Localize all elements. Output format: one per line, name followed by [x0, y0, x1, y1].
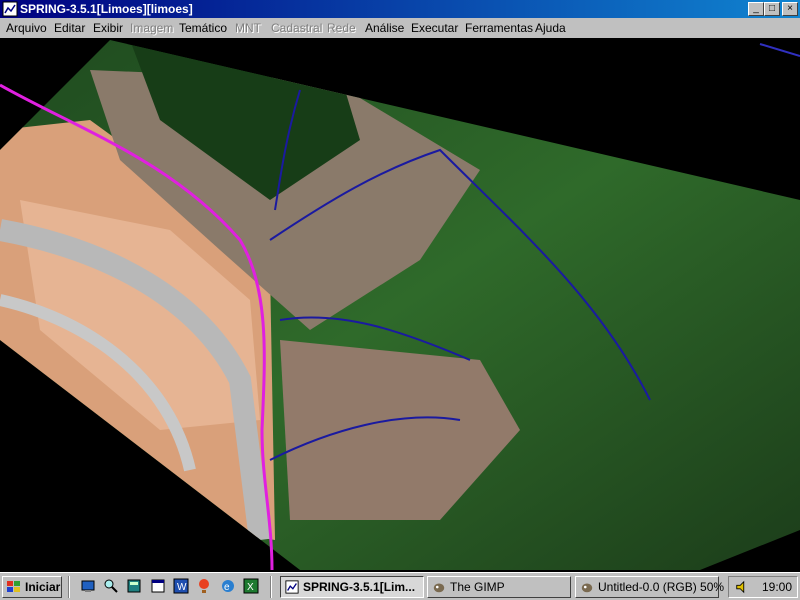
menu-cadastral[interactable]: Cadastral — [271, 21, 322, 35]
windows-logo-icon — [7, 581, 20, 592]
menu-rede[interactable]: Rede — [327, 21, 356, 35]
menu-executar[interactable]: Executar — [411, 21, 458, 35]
task-label: Untitled-0.0 (RGB) 50% — [598, 580, 725, 594]
task-gimp[interactable]: The GIMP — [427, 576, 571, 598]
close-button[interactable]: × — [782, 2, 798, 16]
clock[interactable]: 19:00 — [762, 580, 792, 594]
title-bar[interactable]: SPRING-3.5.1[Limoes][limoes] _ □ × — [0, 0, 800, 18]
calendar-icon[interactable] — [150, 578, 166, 594]
volume-icon[interactable] — [735, 580, 749, 594]
task-untitled-image[interactable]: Untitled-0.0 (RGB) 50% — [575, 576, 724, 598]
menu-editar[interactable]: Editar — [54, 21, 85, 35]
svg-text:W: W — [177, 582, 187, 593]
taskbar: Iniciar W e X SPRING-3.5.1[Lim... The GI… — [0, 572, 800, 600]
map-canvas[interactable] — [0, 38, 800, 570]
svg-text:e: e — [224, 582, 230, 593]
menu-tematico[interactable]: Temático — [179, 21, 227, 35]
word-icon[interactable]: W — [173, 578, 189, 594]
menu-mnt[interactable]: MNT — [235, 21, 261, 35]
task-label: The GIMP — [450, 580, 505, 594]
menu-analise[interactable]: Análise — [365, 21, 404, 35]
spring-task-icon — [285, 580, 299, 594]
excel-icon[interactable]: X — [243, 578, 259, 594]
satellite-image-view[interactable] — [0, 38, 800, 570]
spring-app-icon[interactable] — [2, 1, 18, 17]
start-button[interactable]: Iniciar — [2, 576, 62, 598]
minimize-icon: _ — [753, 3, 759, 14]
desktop-icon[interactable] — [80, 578, 96, 594]
close-icon: × — [787, 3, 793, 14]
menu-ajuda[interactable]: Ajuda — [535, 21, 566, 35]
ie-icon[interactable]: e — [220, 578, 236, 594]
minimize-button[interactable]: _ — [748, 2, 764, 16]
menu-bar: Arquivo Editar Exibir Imagem Temático MN… — [0, 18, 800, 38]
calculator-icon[interactable] — [126, 578, 142, 594]
restore-icon: □ — [768, 3, 776, 14]
task-label: SPRING-3.5.1[Lim... — [303, 580, 416, 594]
menu-imagem[interactable]: Imagem — [130, 21, 173, 35]
system-tray: 19:00 — [728, 576, 798, 598]
app-window: SPRING-3.5.1[Limoes][limoes] _ □ × Arqui… — [0, 0, 800, 570]
find-icon[interactable] — [103, 578, 119, 594]
menu-ferramentas[interactable]: Ferramentas — [465, 21, 533, 35]
taskbar-separator — [270, 576, 272, 598]
svg-text:X: X — [247, 582, 254, 593]
task-spring[interactable]: SPRING-3.5.1[Lim... — [280, 576, 424, 598]
start-label: Iniciar — [25, 580, 61, 594]
maximize-button[interactable]: □ — [764, 2, 780, 16]
taskbar-separator — [68, 576, 70, 598]
gimp-image-icon — [581, 583, 593, 593]
menu-arquivo[interactable]: Arquivo — [6, 21, 47, 35]
window-title: SPRING-3.5.1[Limoes][limoes] — [20, 2, 193, 16]
gimp-icon — [433, 583, 445, 593]
balloon-icon[interactable] — [196, 578, 212, 594]
boundary-line-corner — [759, 43, 800, 57]
menu-exibir[interactable]: Exibir — [93, 21, 123, 35]
